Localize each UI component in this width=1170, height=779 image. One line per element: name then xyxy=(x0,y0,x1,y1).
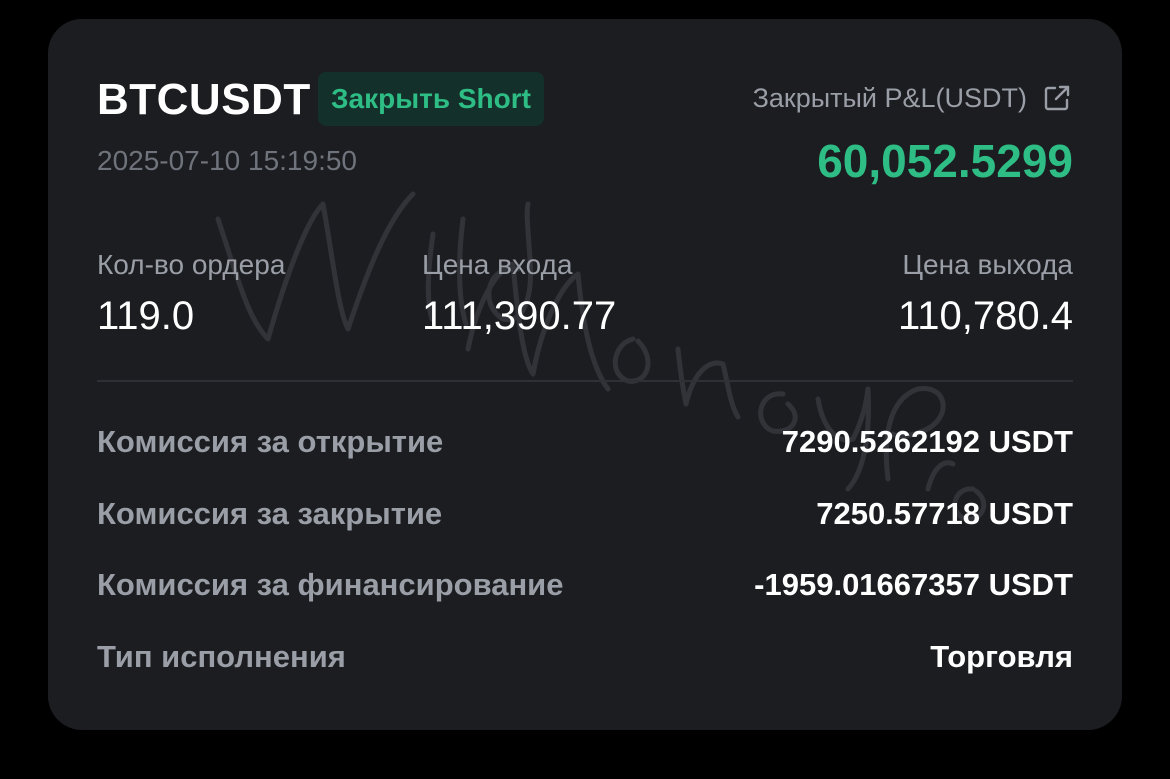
order-qty-label: Кол-во ордера xyxy=(97,249,286,280)
trade-timestamp: 2025-07-10 15:19:50 xyxy=(97,145,357,176)
entry-price-label: Цена входа xyxy=(422,249,573,280)
detail-value: 7250.57718 USDT xyxy=(816,496,1073,531)
detail-row-closing-fee: Комиссия за закрытие 7250.57718 USDT xyxy=(97,494,1073,534)
closed-pnl-value: 60,052.5299 xyxy=(817,135,1073,187)
detail-label: Комиссия за закрытие xyxy=(97,496,443,531)
entry-price-value: 111,390.77 xyxy=(422,294,617,338)
side-badge: Закрыть Short xyxy=(318,72,544,126)
order-qty-value: 119.0 xyxy=(97,294,195,338)
exit-price-value: 110,780.4 xyxy=(898,294,1073,338)
detail-label: Комиссия за открытие xyxy=(97,424,444,459)
watermark-signature xyxy=(215,191,987,522)
trade-card: BTCUSDT Закрыть Short 2025-07-10 15:19:5… xyxy=(48,19,1122,730)
exit-price-label: Цена выхода xyxy=(902,249,1073,280)
detail-row-execution-type: Тип исполнения Торговля xyxy=(97,637,1073,677)
detail-row-funding-fee: Комиссия за финансирование -1959.0166735… xyxy=(97,565,1073,605)
closed-pnl-header: Закрытый P&L(USDT) xyxy=(753,81,1073,115)
section-divider xyxy=(97,380,1073,382)
closed-pnl-label: Закрытый P&L(USDT) xyxy=(752,83,1027,113)
detail-row-opening-fee: Комиссия за открытие 7290.5262192 USDT xyxy=(97,422,1073,462)
detail-label: Тип исполнения xyxy=(97,639,346,674)
trade-symbol: BTCUSDT xyxy=(97,75,311,124)
detail-label: Комиссия за финансирование xyxy=(97,567,564,602)
detail-value: Торговля xyxy=(930,639,1073,674)
external-link-icon[interactable] xyxy=(1041,82,1073,114)
detail-value: -1959.01667357 USDT xyxy=(754,567,1073,602)
detail-value: 7290.5262192 USDT xyxy=(781,424,1073,459)
